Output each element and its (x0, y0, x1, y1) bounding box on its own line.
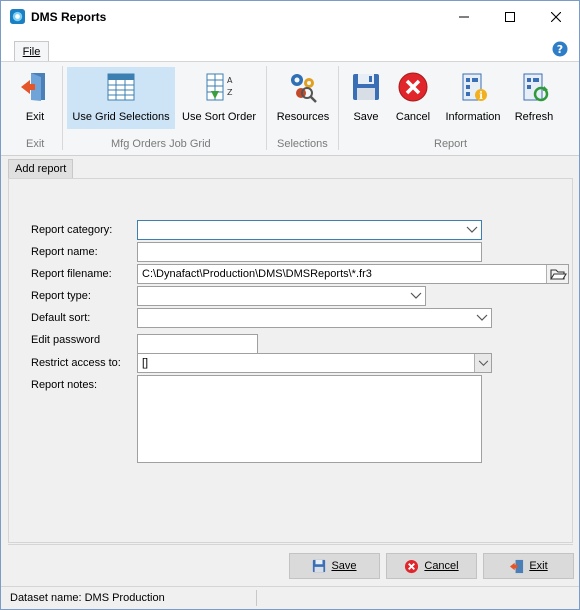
restrict-access-value: [] (142, 357, 149, 369)
chevron-down-icon (410, 292, 422, 299)
exit-button-label: Exit (529, 560, 548, 572)
use-grid-selections-button[interactable]: Use Grid Selections (67, 67, 175, 129)
restrict-access-label: Restrict access to: (31, 357, 121, 369)
report-name-label: Report name: (31, 246, 98, 258)
default-sort-label: Default sort: (31, 312, 91, 324)
information-label: Information (445, 111, 501, 123)
default-sort-combo[interactable] (137, 308, 492, 328)
svg-text:Z: Z (227, 88, 233, 97)
status-bar: Dataset name: DMS Production (1, 586, 579, 609)
use-sort-order-button[interactable]: A Z Use Sort Order (178, 67, 260, 129)
dataset-name-status: Dataset name: DMS Production (10, 592, 165, 604)
chevron-down-icon (478, 360, 489, 366)
ribbon-cancel-button[interactable]: Cancel (391, 67, 435, 129)
group-separator (338, 66, 339, 150)
refresh-icon (523, 73, 549, 102)
footer-divider (8, 544, 573, 545)
grid-icon (107, 73, 135, 101)
use-sort-order-label: Use Sort Order (182, 111, 256, 123)
restrict-access-combo[interactable]: [] (137, 353, 492, 373)
ribbon-exit-label: Exit (25, 111, 45, 123)
group-label-report: Report (434, 138, 468, 150)
chevron-down-icon (476, 314, 488, 321)
information-button[interactable]: i Information (439, 67, 507, 129)
file-tab[interactable]: File (14, 41, 49, 63)
title-bar: DMS Reports (1, 1, 579, 32)
floppy-save-icon (313, 559, 326, 573)
report-filename-label: Report filename: (31, 268, 112, 280)
report-category-combo[interactable] (137, 220, 482, 240)
use-grid-selections-label: Use Grid Selections (72, 111, 170, 123)
help-icon[interactable]: ? (552, 41, 568, 57)
cancel-x-icon (398, 72, 428, 102)
report-notes-label: Report notes: (31, 379, 98, 391)
save-button[interactable]: Save (289, 553, 380, 579)
group-label-selections: Selections (277, 138, 328, 150)
chevron-down-icon (466, 226, 478, 233)
information-icon: i (462, 73, 487, 102)
report-name-input[interactable] (137, 242, 482, 262)
ribbon-save-button[interactable]: Save (345, 67, 387, 129)
restrict-access-dropdown-button[interactable] (474, 354, 491, 372)
floppy-save-icon (353, 74, 379, 100)
minimize-icon (459, 16, 469, 17)
ribbon-exit-button[interactable]: Exit (13, 67, 57, 129)
edit-password-label: Edit password (31, 334, 101, 346)
group-label-exit: Exit (26, 138, 45, 150)
window-title: DMS Reports (31, 10, 107, 24)
app-icon (10, 9, 25, 24)
resources-button[interactable]: Resources (273, 67, 333, 129)
cancel-button[interactable]: Cancel (386, 553, 477, 579)
report-type-label: Report type: (31, 290, 91, 302)
report-category-label: Report category: (31, 224, 113, 236)
ribbon-tab-row: File ? (1, 32, 579, 63)
close-button[interactable] (533, 1, 579, 32)
dms-reports-window: DMS Reports File ? Exit Use Grid Selecti… (0, 0, 580, 610)
svg-text:i: i (479, 91, 483, 102)
report-notes-textarea[interactable] (137, 375, 482, 463)
group-separator (62, 66, 63, 150)
cancel-button-label: Cancel (424, 560, 459, 572)
edit-password-input[interactable] (137, 334, 258, 354)
report-filename-input[interactable]: C:\Dynafact\Production\DMS\DMSReports\*.… (137, 264, 569, 284)
maximize-button[interactable] (487, 1, 533, 32)
folder-open-icon (550, 269, 567, 280)
report-type-combo[interactable] (137, 286, 426, 306)
close-icon (551, 11, 561, 22)
report-filename-value: C:\Dynafact\Production\DMS\DMSReports\*.… (142, 268, 372, 280)
resources-label: Resources (276, 111, 330, 123)
group-separator (266, 66, 267, 150)
cancel-x-icon (405, 559, 419, 573)
refresh-button[interactable]: Refresh (511, 67, 557, 129)
ribbon-save-label: Save (353, 111, 379, 123)
status-divider (256, 590, 257, 606)
sort-az-icon: A Z (206, 73, 233, 101)
exit-door-icon (510, 559, 524, 573)
maximize-icon (505, 11, 515, 22)
browse-button[interactable] (546, 265, 568, 283)
save-button-label: Save (331, 560, 357, 572)
tab-add-report[interactable]: Add report (8, 159, 73, 179)
svg-text:A: A (227, 76, 233, 85)
resources-gears-icon (291, 74, 317, 103)
ribbon: Exit Use Grid Selections A Z Use Sort Or… (1, 61, 579, 156)
exit-door-icon (21, 73, 45, 101)
exit-button[interactable]: Exit (483, 553, 574, 579)
group-label-grid: Mfg Orders Job Grid (111, 138, 211, 150)
refresh-label: Refresh (514, 111, 554, 123)
svg-text:?: ? (557, 43, 563, 56)
ribbon-cancel-label: Cancel (395, 111, 431, 123)
minimize-button[interactable] (441, 1, 487, 32)
